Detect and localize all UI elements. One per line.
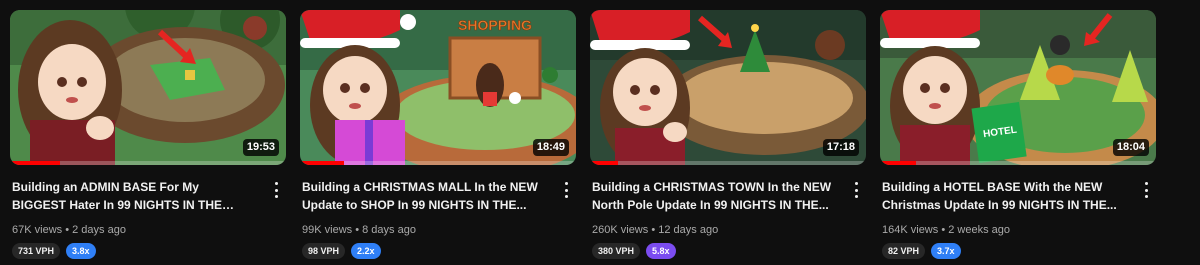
meta-separator: • [355, 224, 360, 236]
video-card[interactable]: HOTEL 18:04 Building a HOTEL BASE With t… [880, 10, 1156, 260]
video-title[interactable]: Building a CHRISTMAS MALL In the NEW Upd… [302, 178, 542, 214]
video-title[interactable]: Building a HOTEL BASE With the NEW Chris… [882, 178, 1122, 214]
watch-progress [590, 161, 618, 165]
watch-progress [10, 161, 60, 165]
multiplier-badge: 2.2x [351, 243, 381, 259]
multiplier-badge: 5.8x [646, 243, 676, 259]
video-card[interactable]: 19:53 Building an ADMIN BASE For My BIGG… [10, 10, 286, 260]
more-options-icon[interactable] [268, 180, 284, 200]
meta-separator: • [651, 224, 656, 236]
video-meta: 67K views • 2 days ago [12, 223, 126, 237]
watch-progress [880, 161, 916, 165]
multiplier-badge: 3.7x [931, 243, 961, 259]
video-duration: 18:04 [1112, 139, 1149, 156]
video-title[interactable]: Building a CHRISTMAS TOWN In the NEW Nor… [592, 178, 832, 214]
view-count: 164K views [882, 224, 939, 236]
video-grid: 19:53 Building an ADMIN BASE For My BIGG… [0, 0, 1200, 265]
video-duration: 19:53 [242, 139, 279, 156]
video-thumbnail[interactable]: 19:53 [10, 10, 286, 165]
video-meta: 260K views • 12 days ago [592, 223, 718, 237]
video-title[interactable]: Building an ADMIN BASE For My BIGGEST Ha… [12, 178, 252, 214]
vph-badge: 98 VPH [302, 243, 346, 259]
thumbnail-sign-text: SHOPPING [458, 17, 532, 33]
multiplier-badge: 3.8x [66, 243, 96, 259]
view-count: 260K views [592, 224, 649, 236]
watch-progress-track [880, 161, 1156, 165]
video-thumbnail[interactable]: SHOPPING 18:49 [300, 10, 576, 165]
video-meta: 99K views • 8 days ago [302, 223, 416, 237]
stat-badges: 731 VPH 3.8x [12, 243, 96, 259]
video-card[interactable]: SHOPPING 18:49 Building a CHRISTMAS MALL… [300, 10, 576, 260]
more-options-icon[interactable] [848, 180, 864, 200]
video-card[interactable]: 17:18 Building a CHRISTMAS TOWN In the N… [590, 10, 866, 260]
vph-badge: 731 VPH [12, 243, 61, 259]
upload-age: 2 days ago [72, 224, 126, 236]
video-meta: 164K views • 2 weeks ago [882, 223, 1010, 237]
upload-age: 2 weeks ago [948, 224, 1011, 236]
watch-progress [300, 161, 345, 165]
upload-age: 12 days ago [658, 224, 719, 236]
stat-badges: 380 VPH 5.8x [592, 243, 676, 259]
stat-badges: 98 VPH 2.2x [302, 243, 381, 259]
video-duration: 17:18 [822, 139, 859, 156]
more-options-icon[interactable] [558, 180, 574, 200]
view-count: 67K views [12, 224, 63, 236]
video-thumbnail[interactable]: 17:18 [590, 10, 866, 165]
video-duration: 18:49 [532, 139, 569, 156]
meta-separator: • [65, 224, 70, 236]
vph-badge: 380 VPH [592, 243, 641, 259]
meta-separator: • [941, 224, 946, 236]
stat-badges: 82 VPH 3.7x [882, 243, 961, 259]
vph-badge: 82 VPH [882, 243, 926, 259]
view-count: 99K views [302, 224, 353, 236]
upload-age: 8 days ago [362, 224, 416, 236]
watch-progress-track [590, 161, 866, 165]
more-options-icon[interactable] [1138, 180, 1154, 200]
video-thumbnail[interactable]: HOTEL 18:04 [880, 10, 1156, 165]
